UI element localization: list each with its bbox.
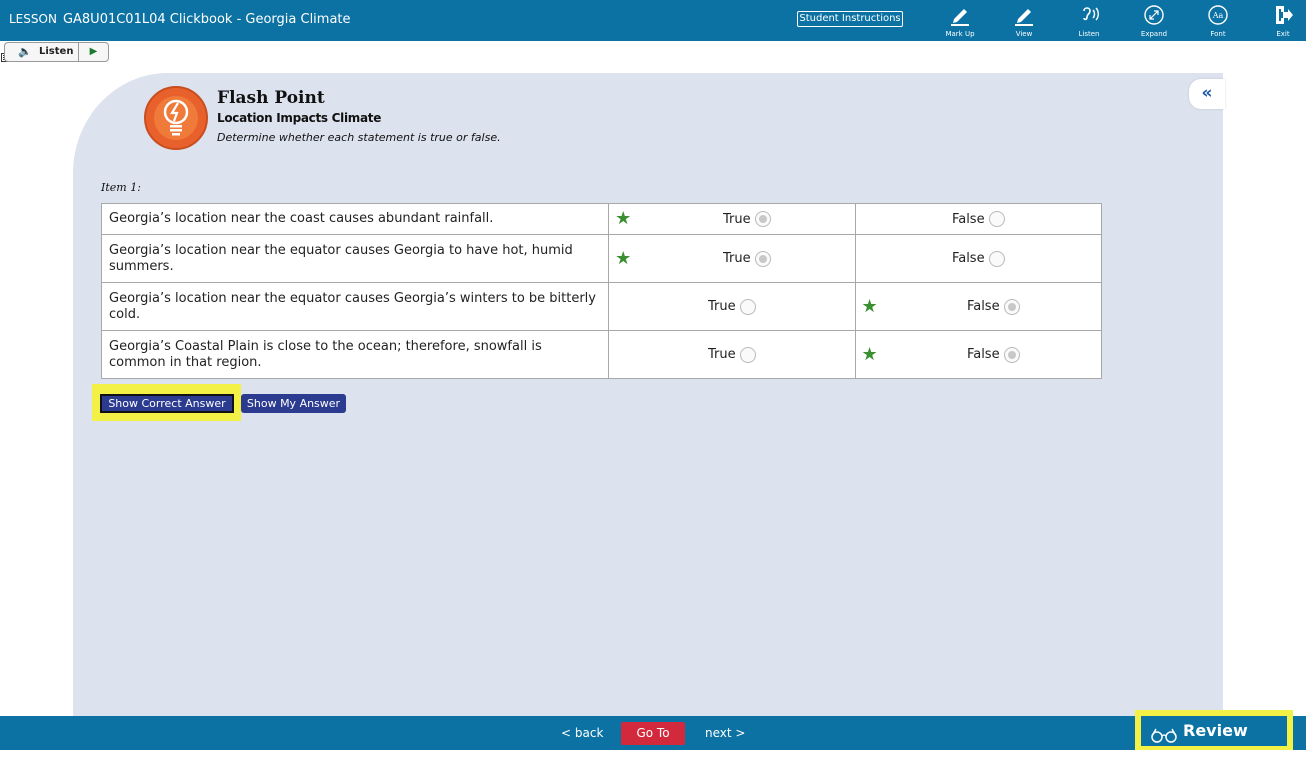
true-label: True [723,211,751,227]
correct-star-icon: ★ [615,208,632,229]
false-option-cell[interactable]: ★ False [854,282,1103,331]
bottom-nav-bar: < back Go To next > [0,716,1306,750]
review-only-label: Review only [1183,721,1248,770]
false-radio[interactable] [988,250,1005,267]
exit-icon [1263,4,1303,30]
font-tool[interactable]: Aa Font [1198,2,1238,40]
glasses-icon [1150,723,1178,753]
false-radio[interactable] [1003,346,1020,363]
speaker-icon: 🔈 [18,45,32,58]
view-tool[interactable]: View [1004,2,1044,40]
false-label: False [966,347,1000,362]
false-radio[interactable] [1003,298,1020,315]
listen-label: Listen [1078,30,1100,38]
lesson-title: LESSON GA8U01C01L04 Clickbook - Georgia C… [9,12,351,27]
correct-star-icon: ★ [615,247,632,269]
pencil-icon [1004,4,1044,30]
statement-text: Georgia’s Coastal Plain is close to the … [100,330,610,379]
true-radio[interactable] [754,250,771,267]
false-label: False [951,211,985,227]
false-option-cell[interactable]: ★ False [854,330,1103,379]
true-radio[interactable] [739,346,756,363]
true-option-cell[interactable]: ★ True [608,203,856,235]
expand-label: Expand [1140,30,1168,38]
table-row: Georgia’s location near the coast causes… [100,203,1103,235]
lesson-keyword: LESSON [9,12,57,26]
flash-point-title: Flash Point [217,88,325,108]
svg-text:Aa: Aa [1212,11,1224,20]
flash-point-instruction: Determine whether each statement is true… [217,131,501,144]
exit-label: Exit [1276,30,1290,38]
lesson-name: GA8U01C01L04 Clickbook - Georgia Climate [62,12,351,27]
item-label: Item 1: [101,181,141,194]
true-label: True [723,251,751,266]
student-instructions-button[interactable]: Student Instructions [797,11,903,27]
statement-text: Georgia’s location near the equator caus… [100,234,610,283]
next-link[interactable]: next > [705,726,745,740]
true-radio[interactable] [754,211,771,227]
table-row: Georgia’s Coastal Plain is close to the … [100,330,1103,379]
ear-icon [1069,4,1109,30]
review-only-badge: Review only [1141,716,1287,770]
pencil-icon [940,4,980,30]
collapse-panel-button[interactable]: « [1189,79,1225,109]
back-link[interactable]: < back [561,726,603,740]
correct-star-icon: ★ [861,295,878,317]
listen-tool[interactable]: Listen [1069,2,1109,40]
show-correct-answer-button[interactable]: Show Correct Answer [100,394,234,413]
true-option-cell[interactable]: ★ True [608,234,856,283]
false-label: False [966,299,1000,314]
statement-text: Georgia’s location near the coast causes… [100,203,610,235]
true-option-cell[interactable]: True [608,330,856,379]
lightbulb-icon [144,86,208,150]
false-label: False [951,251,985,266]
show-my-answer-button[interactable]: Show My Answer [241,394,346,413]
mark-up-tool[interactable]: Mark Up [940,2,980,40]
correct-star-icon: ★ [861,343,878,365]
true-label: True [708,299,736,314]
true-radio[interactable] [739,298,756,315]
expand-tool[interactable]: Expand [1134,2,1174,40]
false-radio[interactable] [988,211,1005,227]
font-icon: Aa [1198,4,1238,30]
top-bar: LESSON GA8U01C01L04 Clickbook - Georgia C… [0,0,1306,41]
false-option-cell[interactable]: False [854,234,1103,283]
expand-icon [1134,4,1174,30]
goto-button[interactable]: Go To [621,722,685,745]
mark-up-label: Mark Up [945,30,975,38]
listen-button-label: Listen [39,46,74,57]
true-label: True [708,347,736,362]
font-label: Font [1210,30,1226,38]
listen-button[interactable]: 🔈 Listen [4,42,78,62]
exit-tool[interactable]: Exit [1263,2,1303,40]
view-label: View [1015,30,1033,38]
false-option-cell[interactable]: False [854,203,1103,235]
play-button[interactable]: ▶ [78,42,109,62]
statement-text: Georgia’s location near the equator caus… [100,282,610,331]
table-row: Georgia’s location near the equator caus… [100,234,1103,283]
true-option-cell[interactable]: True [608,282,856,331]
true-false-table: Georgia’s location near the coast causes… [100,203,1103,379]
flash-point-subtitle: Location Impacts Climate [217,111,382,125]
table-row: Georgia’s location near the equator caus… [100,282,1103,331]
